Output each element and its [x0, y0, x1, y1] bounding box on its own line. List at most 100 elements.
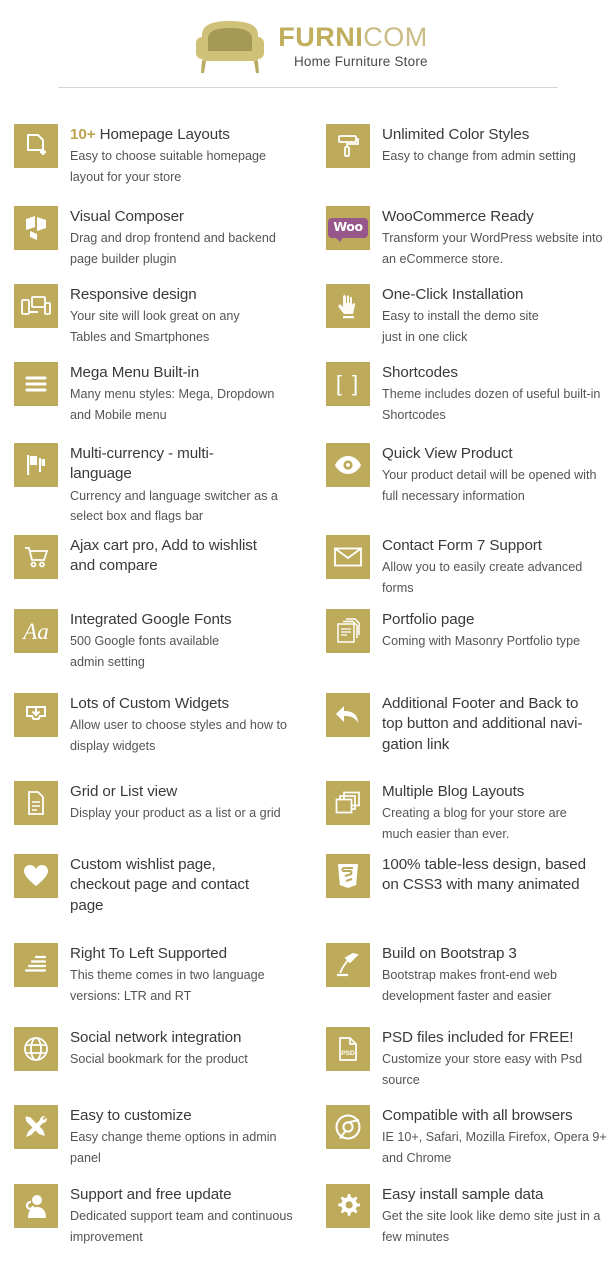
feature-title: Right To Left Supported: [70, 945, 227, 962]
support-agent-icon: [14, 1184, 58, 1228]
flags-icon: [14, 443, 58, 487]
feature-desc: Customize your store easy with Psd sourc…: [382, 1052, 583, 1087]
feature-title: Contact Form 7 Support: [382, 537, 542, 554]
globe-icon: [14, 1027, 58, 1071]
gear-icon: [326, 1184, 370, 1228]
feature-google-fonts: Aa Integrated Google Fonts 500 Google fo…: [0, 609, 300, 693]
brand-header: FURNICOM Home Furniture Store: [0, 0, 616, 76]
feature-title: 10+ Homepage Layouts: [70, 126, 230, 143]
chrome-browser-icon: [326, 1105, 370, 1149]
feature-desc: Display your product as a list or a grid: [70, 806, 281, 821]
header-divider: [58, 87, 558, 88]
feature-wishlist-page: Custom wishlist page, checkout page and …: [0, 854, 300, 943]
feature-desc: Theme includes dozen of useful built-in …: [382, 387, 601, 422]
responsive-devices-icon: [14, 284, 58, 328]
feature-quick-view: Quick View Product Your product detail w…: [310, 443, 616, 535]
feature-desc: Easy change theme options in admin panel: [70, 1130, 277, 1165]
feature-one-click-install: One-Click Installation Easy to install t…: [310, 284, 616, 362]
brand-name-light: COM: [363, 21, 428, 52]
feature-psd-files: PSD PSD files included for FREE! Customi…: [310, 1027, 616, 1105]
feature-desc: Transform your WordPress website into an…: [382, 231, 603, 266]
brand-wordmark: FURNICOM Home Furniture Store: [278, 21, 428, 70]
feature-additional-footer: Additional Footer and Back to top button…: [310, 693, 616, 781]
feature-desc: Coming with Masonry Portfolio type: [382, 634, 581, 649]
hamburger-menu-icon: [14, 362, 58, 406]
feature-title: Integrated Google Fonts: [70, 611, 232, 628]
brackets-label: [ ]: [335, 371, 361, 396]
woocommerce-icon: Woo: [326, 206, 370, 250]
feature-browser-compat: Compatible with all browsers IE 10+, Saf…: [310, 1105, 616, 1184]
feature-desc: Bootstrap makes front-end web developmen…: [382, 968, 558, 1003]
feature-title: Easy to customize: [70, 1107, 192, 1124]
feature-title: One-Click Installation: [382, 286, 524, 303]
feature-title: Responsive design: [70, 286, 197, 303]
feature-desc: Drag and drop frontend and backend page …: [70, 231, 276, 266]
click-hand-icon: [326, 284, 370, 328]
feature-title: Additional Footer and Back to top button…: [382, 695, 583, 753]
document-plus-icon: [14, 124, 58, 168]
feature-mega-menu: Mega Menu Built-in Many menu styles: Meg…: [0, 362, 300, 443]
heart-icon: [14, 854, 58, 898]
feature-title: Mega Menu Built-in: [70, 364, 200, 381]
feature-title: Multi-currency - multi- language: [70, 445, 214, 483]
svg-text:PSD: PSD: [341, 1050, 355, 1057]
feature-homepage-layouts: 10+ Homepage Layouts Easy to choose suit…: [0, 124, 300, 206]
brand-tagline: Home Furniture Store: [293, 54, 428, 70]
feature-desc: Currency and language switcher as a sele…: [70, 488, 278, 524]
feature-title: Shortcodes: [382, 364, 458, 381]
feature-title: PSD files included for FREE!: [382, 1029, 574, 1046]
feature-desc: This theme comes in two language version…: [70, 968, 265, 1003]
feature-multi-currency: Multi-currency - multi- language Currenc…: [0, 443, 300, 535]
feature-color-styles: Unlimited Color Styles Easy to change fr…: [310, 124, 616, 206]
feature-responsive-design: Responsive design Your site will look gr…: [0, 284, 300, 362]
feature-title: Quick View Product: [382, 445, 513, 462]
feature-ajax-cart: Ajax cart pro, Add to wishlist and compa…: [0, 535, 300, 609]
list-document-icon: [14, 781, 58, 825]
feature-easy-customize: Easy to customize Easy change theme opti…: [0, 1105, 300, 1184]
brand-name-strong: FURNI: [278, 21, 364, 52]
back-arrow-icon: [326, 693, 370, 737]
feature-sample-data: Easy install sample data Get the site lo…: [310, 1184, 616, 1268]
brackets-icon: [ ]: [326, 362, 370, 406]
feature-title: Easy install sample data: [382, 1186, 544, 1203]
feature-desc: Get the site look like demo site just in…: [382, 1209, 601, 1244]
feature-contact-form: Contact Form 7 Support Allow you to easi…: [310, 535, 616, 609]
feature-grid-list-view: Grid or List view Display your product a…: [0, 781, 300, 854]
features-column-left: 10+ Homepage Layouts Easy to choose suit…: [0, 124, 300, 1268]
feature-title-highlight: 10+: [70, 126, 96, 143]
feature-title: Grid or List view: [70, 783, 178, 800]
visual-composer-icon: [14, 206, 58, 250]
feature-title: Lots of Custom Widgets: [70, 695, 230, 712]
feature-desc: Dedicated support team and continuous im…: [70, 1209, 293, 1244]
feature-desc: Your product detail will be opened with …: [382, 468, 597, 503]
feature-shortcodes: [ ] Shortcodes Theme includes dozen of u…: [310, 362, 616, 443]
feature-social-network: Social network integration Social bookma…: [0, 1027, 300, 1105]
paint-roller-icon: [326, 124, 370, 168]
feature-rtl-supported: Right To Left Supported This theme comes…: [0, 943, 300, 1027]
feature-title: Social network integration: [70, 1029, 242, 1046]
feature-tableless-css3: 100% table-less design, based on CSS3 wi…: [310, 854, 616, 943]
feature-desc: Allow you to easily create advanced form…: [382, 560, 583, 595]
feature-desc: IE 10+, Safari, Mozilla Firefox, Opera 9…: [382, 1130, 607, 1165]
portfolio-pages-icon: [326, 609, 370, 653]
woo-badge-label: Woo: [328, 217, 368, 242]
tools-wrench-icon: [14, 1105, 58, 1149]
feature-blog-layouts: Multiple Blog Layouts Creating a blog fo…: [310, 781, 616, 854]
feature-title: Ajax cart pro, Add to wishlist and compa…: [70, 537, 257, 575]
widget-download-icon: [14, 693, 58, 737]
feature-title: Multiple Blog Layouts: [382, 783, 525, 800]
feature-title: WooCommerce Ready: [382, 208, 534, 225]
psd-file-icon: PSD: [326, 1027, 370, 1071]
feature-bootstrap: Build on Bootstrap 3 Bootstrap makes fro…: [310, 943, 616, 1027]
feature-title: Portfolio page: [382, 611, 475, 628]
feature-desc: Creating a blog for your store are much …: [382, 806, 567, 841]
feature-desc: Easy to choose suitable homepage layout …: [70, 149, 267, 184]
feature-desc: Social bookmark for the product: [70, 1052, 248, 1067]
eye-icon: [326, 443, 370, 487]
feature-title: Support and free update: [70, 1186, 232, 1203]
feature-title: Custom wishlist page, checkout page and …: [70, 856, 250, 914]
css3-icon: [326, 854, 370, 898]
font-aa-icon: Aa: [14, 609, 58, 653]
feature-support-update: Support and free update Dedicated suppor…: [0, 1184, 300, 1268]
feature-list-page: FURNICOM Home Furniture Store 10+ Homepa…: [0, 0, 616, 1280]
